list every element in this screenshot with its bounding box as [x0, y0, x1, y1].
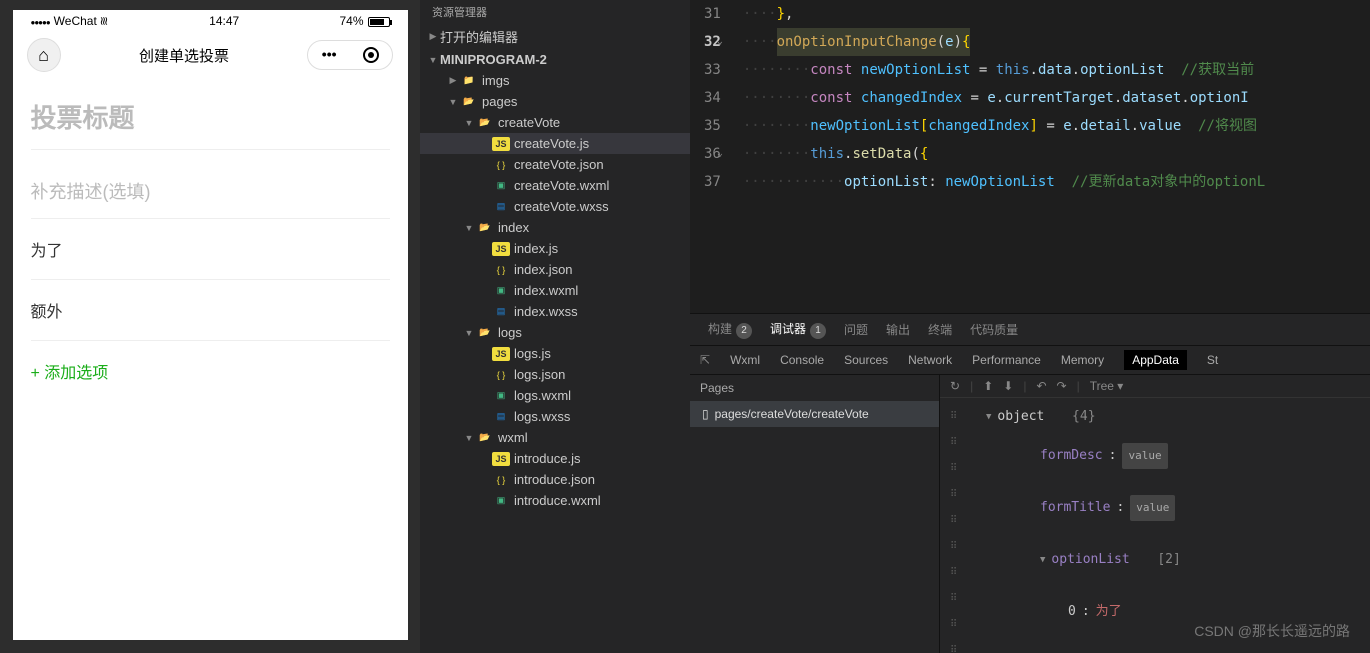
file-item[interactable]: JSlogs.js	[420, 343, 690, 364]
file-item[interactable]: { }logs.json	[420, 364, 690, 385]
file-item[interactable]: ▣logs.wxml	[420, 385, 690, 406]
battery: 74%	[339, 14, 389, 28]
bottom-tab[interactable]: 终端	[928, 321, 952, 338]
file-item[interactable]: JSindex.js	[420, 238, 690, 259]
file-item[interactable]: ▤index.wxss	[420, 301, 690, 322]
file-item[interactable]: { }index.json	[420, 259, 690, 280]
project-root[interactable]: ▼MINIPROGRAM-2	[420, 49, 690, 70]
status-bar: WeChat 14:47 74%	[13, 10, 408, 32]
capsule-button[interactable]	[307, 40, 393, 70]
file-item[interactable]: ▣createVote.wxml	[420, 175, 690, 196]
folder-item[interactable]: ▶📁imgs	[420, 70, 690, 91]
bottom-panel: 构建2 调试器1 问题 输出 终端 代码质量 ⇱ Wxml Console Sources Ne…	[690, 313, 1370, 653]
bottom-tabs: 构建2 调试器1 问题 输出 终端 代码质量	[690, 314, 1370, 346]
folder-item[interactable]: ▼📂pages	[420, 91, 690, 112]
file-item[interactable]: JSintroduce.js	[420, 448, 690, 469]
watermark: CSDN @那长长遥远的路	[1194, 621, 1350, 641]
devtools-tab[interactable]: Console	[780, 353, 824, 367]
inspect-icon[interactable]: ⇱	[700, 353, 710, 367]
devtools-tab[interactable]: Wxml	[730, 353, 760, 367]
title-input[interactable]: 投票标题	[31, 78, 390, 150]
simulator-panel: WeChat 14:47 74% ⌂ 创建单选投票 投票标题 补充描述(选填) …	[0, 0, 420, 653]
devtools-tab[interactable]: Sources	[844, 353, 888, 367]
code-editor[interactable]: 3132⌄33343536⌄37 ····},····onOptionInput…	[690, 0, 1370, 313]
file-item[interactable]: JScreateVote.js	[420, 133, 690, 154]
status-time: 14:47	[209, 14, 239, 28]
bottom-tab[interactable]: 输出	[886, 321, 910, 338]
open-editors-section[interactable]: ▶打开的编辑器	[420, 24, 690, 49]
add-option-button[interactable]: + 添加选项	[31, 341, 390, 401]
expand-down-icon[interactable]: ⬇	[1003, 379, 1013, 393]
folder-item[interactable]: ▼📂logs	[420, 322, 690, 343]
page-title: 创建单选投票	[139, 45, 229, 66]
file-item[interactable]: ▣introduce.wxml	[420, 490, 690, 511]
bottom-tab[interactable]: 代码质量	[970, 321, 1018, 338]
option-input[interactable]: 额外	[31, 280, 390, 341]
code-body[interactable]: ····},····onOptionInputChange(e){·······…	[735, 0, 1370, 313]
devtools-tab[interactable]: Performance	[972, 353, 1041, 367]
data-row[interactable]: ⠿ ⠿▼ optionList [2]	[950, 534, 1360, 586]
folder-item[interactable]: ▼📂wxml	[420, 427, 690, 448]
folder-item[interactable]: ▼📂index	[420, 217, 690, 238]
devtools-tab[interactable]: St	[1207, 353, 1218, 367]
redo-icon[interactable]: ↷	[1057, 379, 1067, 393]
home-icon[interactable]: ⌂	[27, 38, 61, 72]
devtools-tab[interactable]: AppData	[1124, 350, 1187, 370]
data-tree[interactable]: ⠿▼ object {4}⠿ ⠿formDesc : value⠿ ⠿formT…	[940, 398, 1370, 653]
folder-item[interactable]: ▼📂createVote	[420, 112, 690, 133]
close-icon[interactable]	[363, 47, 379, 63]
file-item[interactable]: { }createVote.json	[420, 154, 690, 175]
expand-up-icon[interactable]: ⬆	[983, 379, 993, 393]
devtools-tab[interactable]: Memory	[1061, 353, 1104, 367]
vote-form: 投票标题 补充描述(选填) 为了额外 + 添加选项	[13, 78, 408, 401]
explorer-header: 资源管理器	[420, 0, 690, 24]
bottom-tab[interactable]: 问题	[844, 321, 868, 338]
devtools-tabs: ⇱ Wxml Console Sources Network Performance Me…	[690, 346, 1370, 375]
data-row[interactable]: ⠿ ⠿formTitle : value	[950, 482, 1360, 534]
file-item[interactable]: ▣index.wxml	[420, 280, 690, 301]
pages-header: Pages	[690, 375, 939, 401]
bottom-tab[interactable]: 调试器1	[770, 320, 826, 339]
option-input[interactable]: 为了	[31, 219, 390, 280]
file-item[interactable]: { }introduce.json	[420, 469, 690, 490]
mode-select[interactable]: Tree ▾	[1090, 379, 1124, 393]
line-gutter: 3132⌄33343536⌄37	[690, 0, 735, 313]
editor-panel: 3132⌄33343536⌄37 ····},····onOptionInput…	[690, 0, 1370, 653]
desc-input[interactable]: 补充描述(选填)	[31, 150, 390, 219]
devtools-tab[interactable]: Network	[908, 353, 952, 367]
refresh-icon[interactable]: ↻	[950, 379, 960, 393]
phone-frame: WeChat 14:47 74% ⌂ 创建单选投票 投票标题 补充描述(选填) …	[13, 10, 408, 640]
page-item[interactable]: ▯pages/createVote/createVote	[690, 401, 939, 427]
file-item[interactable]: ▤createVote.wxss	[420, 196, 690, 217]
file-explorer: 资源管理器 ▶打开的编辑器 ▼MINIPROGRAM-2 ▶📁imgs▼📂pag…	[420, 0, 690, 653]
bottom-tab[interactable]: 构建2	[708, 320, 752, 339]
data-row[interactable]: ⠿ ⠿formDesc : value	[950, 430, 1360, 482]
mini-nav: ⌂ 创建单选投票	[13, 32, 408, 78]
carrier: WeChat	[31, 14, 109, 28]
more-icon[interactable]	[322, 46, 337, 64]
appdata-toolbar: ↻ | ⬆ ⬇ | ↶ ↷ | Tree ▾	[940, 375, 1370, 398]
file-item[interactable]: ▤logs.wxss	[420, 406, 690, 427]
undo-icon[interactable]: ↶	[1036, 379, 1046, 393]
pages-panel: Pages ▯pages/createVote/createVote	[690, 375, 940, 653]
appdata-panel: ↻ | ⬆ ⬇ | ↶ ↷ | Tree ▾ ⠿▼ object {4}⠿ ⠿f…	[940, 375, 1370, 653]
